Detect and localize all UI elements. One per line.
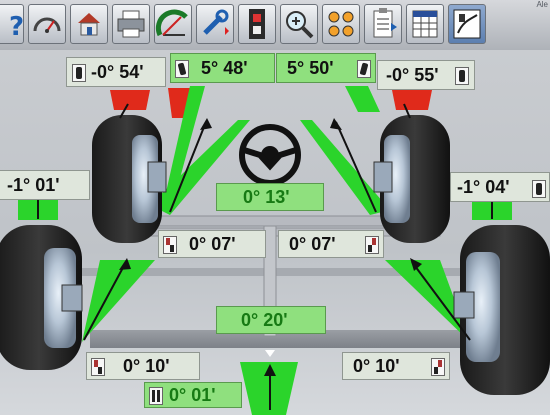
front-left-camber-marker [110,90,150,110]
rear-total-toe-value: 0° 20' [241,310,288,330]
toe-icon [163,236,177,254]
front-right-camber-panel: -0° 55' [377,60,475,90]
zoom-button[interactable] [280,4,318,44]
toe-icon [431,358,445,376]
rear-left-wheel [0,225,83,370]
front-right-toe-value: 0° 07' [289,234,336,254]
front-right-toe-panel: 0° 07' [278,230,384,258]
front-left-toe-panel: 0° 07' [158,230,266,258]
report-button[interactable] [364,4,402,44]
corner-label: Ale [536,0,548,9]
rear-left-toe-value: 0° 10' [123,356,170,376]
steering-wheel-value: 0° 13' [243,187,290,207]
adjust-button[interactable] [196,4,234,44]
thrust-icon [149,387,163,405]
alignment-view: -0° 54' 5° 48' 5° 50' -0° 55' 0° 13' 0° … [0,50,550,415]
front-left-camber-panel: -0° 54' [66,57,166,87]
front-right-camber-value: -0° 55' [386,65,439,85]
data-button[interactable] [406,4,444,44]
front-right-caster-panel: 5° 50' [276,53,376,83]
front-left-caster-panel: 5° 48' [170,53,275,83]
printer-icon [117,10,145,38]
gauge-button[interactable] [28,4,66,44]
front-right-caster-value: 5° 50' [287,58,334,78]
svg-text:?: ? [9,12,23,42]
help-button[interactable]: ? [0,4,24,44]
front-left-wheel [92,115,167,243]
camber-icon [455,67,469,85]
protractor-icon [155,9,188,37]
home-button[interactable] [70,4,108,44]
front-right-camber-marker [392,90,432,110]
steering-wheel-panel: 0° 13' [216,183,324,211]
caster-icon [357,60,371,78]
rear-right-wheel [453,225,550,395]
rear-right-camber-panel: -1° 04' [450,172,550,202]
alignment-diagram [0,50,550,415]
toe-icon [365,236,379,254]
vehicle-icon [453,9,481,39]
wrench-icon [203,9,229,35]
camber-icon [532,180,546,198]
help-icon: ? [9,12,23,42]
rear-left-camber-value: -1° 01' [7,175,60,195]
thrust-angle-value: 0° 01' [169,385,216,405]
rear-total-toe-panel: 0° 20' [216,306,326,334]
rear-right-toe-value: 0° 10' [353,356,400,376]
wheels-button[interactable] [322,4,360,44]
rear-right-toe-panel: 0° 10' [342,352,450,380]
thrust-angle-panel: 0° 01' [144,382,242,408]
rear-right-camber-value: -1° 04' [457,177,510,197]
zoom-in-icon [286,11,314,39]
home-icon [78,13,100,36]
toolbar: Ale ? [0,0,550,51]
clipboard-icon [373,8,397,38]
angle-button[interactable] [154,4,192,44]
front-left-caster-value: 5° 48' [201,58,248,78]
camber-icon [72,64,86,82]
rear-left-toe-panel: 0° 10' [86,352,200,380]
front-left-toe-value: 0° 07' [189,234,236,254]
toe-icon [91,358,105,376]
front-axle-bar [149,215,401,227]
wheels-icon [328,11,354,37]
print-button[interactable] [112,4,150,44]
vehicle-button[interactable] [448,4,486,44]
front-left-camber-value: -0° 54' [91,62,144,82]
filmstrip-icon [249,9,265,39]
video-button[interactable] [238,4,276,44]
rear-left-camber-panel: -1° 01' [0,170,90,200]
caster-icon [175,60,189,78]
spreadsheet-icon [412,10,438,38]
front-right-wheel [373,115,450,243]
gauge-icon [33,17,61,33]
